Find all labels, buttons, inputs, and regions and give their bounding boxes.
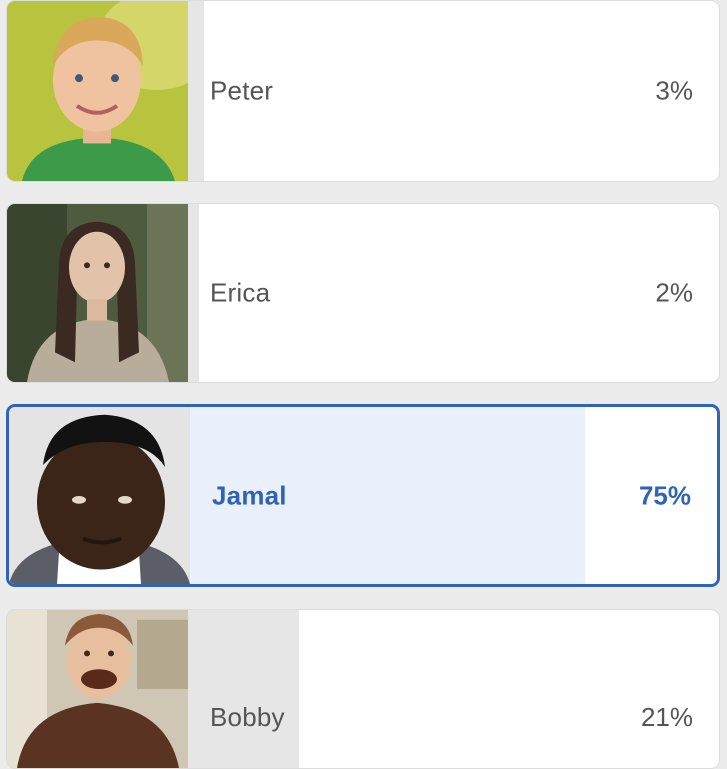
poll-option-peter[interactable]: Peter 3% [6, 0, 720, 182]
avatar-photo-bobby [7, 610, 188, 768]
poll-option-bobby[interactable]: Bobby 21% [6, 609, 720, 769]
option-label: Peter [210, 75, 274, 106]
poll-option-jamal[interactable]: Jamal 75% [6, 404, 720, 587]
option-percent: 2% [655, 277, 693, 308]
option-label: Jamal [212, 480, 287, 510]
option-percent: 21% [640, 702, 693, 732]
option-label: Bobby [210, 702, 285, 732]
avatar-photo-jamal [9, 407, 190, 584]
result-bar [188, 1, 204, 181]
option-percent: 75% [638, 480, 691, 510]
poll-option-erica[interactable]: Erica 2% [6, 203, 720, 383]
option-label: Erica [210, 277, 271, 308]
result-bar [188, 204, 199, 382]
option-percent: 3% [655, 75, 693, 106]
avatar-photo-peter [7, 1, 188, 181]
result-bar [188, 610, 299, 768]
avatar-photo-erica [7, 204, 188, 382]
